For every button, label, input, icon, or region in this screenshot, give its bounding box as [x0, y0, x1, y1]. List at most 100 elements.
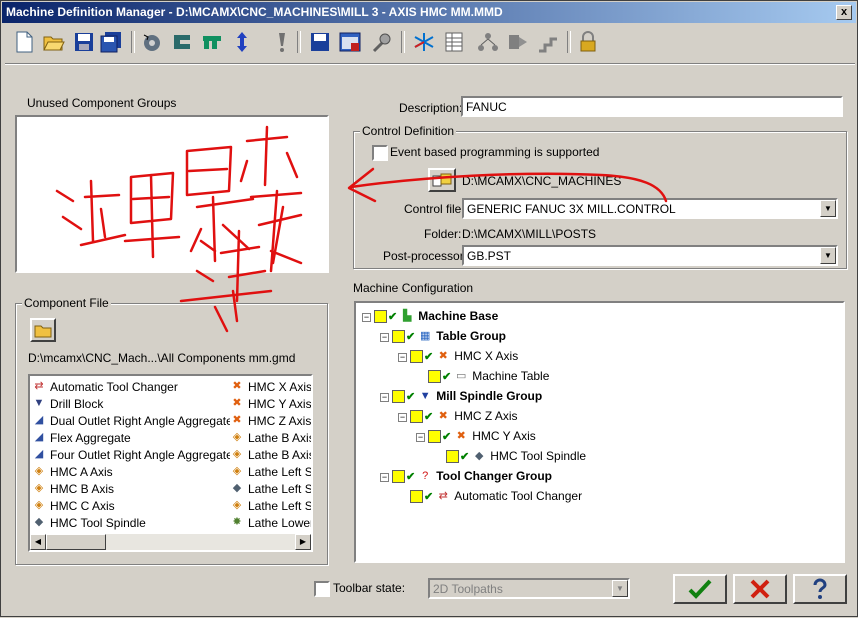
save-blue-icon[interactable]	[307, 27, 333, 57]
save-as-icon[interactable]	[99, 27, 125, 57]
tree-expander[interactable]: −	[380, 393, 389, 402]
tree-expander[interactable]: −	[416, 433, 425, 442]
tree-node[interactable]: ✔ ◆ HMC Tool Spindle	[446, 449, 586, 463]
list-item[interactable]: ◈ Lathe B Axis	[230, 446, 311, 463]
component-list[interactable]: ⇄ Automatic Tool Changer ▼ Drill Block ◢ Dual…	[28, 374, 313, 552]
component-file-label: Component File	[22, 296, 111, 310]
new-file-icon[interactable]	[11, 27, 37, 57]
spindle-icon: ◆	[232, 482, 242, 494]
chevron-down-icon[interactable]: ▼	[820, 247, 836, 264]
lock-icon[interactable]	[575, 27, 601, 57]
tree-node-box	[410, 349, 423, 363]
tree-node-box	[428, 429, 441, 443]
control-select-icon	[432, 173, 452, 187]
tree-node[interactable]: ✔ ⇄ Automatic Tool Changer	[410, 489, 582, 503]
linear-axis-icon: ✖	[232, 414, 242, 426]
tree-node-label: HMC Y Axis	[472, 429, 536, 443]
control-file-label: Control file:	[404, 202, 465, 216]
component-u-icon[interactable]	[199, 27, 225, 57]
tree-expander[interactable]: −	[398, 413, 407, 422]
axes-icon[interactable]	[411, 27, 437, 57]
scroll-right-button[interactable]: ▶	[295, 534, 311, 550]
tree-expander[interactable]: −	[362, 313, 371, 322]
tree-node[interactable]: ✔ ✖ HMC Y Axis	[428, 429, 536, 443]
component-c-icon[interactable]	[169, 27, 195, 57]
list-item[interactable]: ✖ HMC X Axis	[230, 378, 311, 395]
toolbar-state-checkbox[interactable]	[314, 581, 330, 597]
enabled-check-icon: ✔	[424, 410, 434, 423]
tree-icon[interactable]	[475, 27, 501, 57]
wrench-icon[interactable]	[369, 27, 395, 57]
open-folder-icon[interactable]	[41, 27, 67, 57]
cancel-button[interactable]	[733, 574, 787, 604]
tree-expander[interactable]: −	[380, 333, 389, 342]
arrow-right-icon[interactable]	[505, 27, 531, 57]
tree-node[interactable]: ✔ ✖ HMC X Axis	[410, 349, 518, 363]
help-question-icon	[813, 578, 827, 599]
enabled-check-icon: ✔	[424, 490, 434, 503]
tree-node[interactable]: ✔ ▙ Machine Base	[374, 309, 498, 323]
scroll-left-button[interactable]: ◀	[30, 534, 46, 550]
component-file-path: D:\mcamx\CNC_Mach...\All Components mm.g…	[28, 351, 296, 365]
enabled-check-icon: ✔	[406, 330, 416, 343]
properties-icon[interactable]	[337, 27, 363, 57]
help-button[interactable]	[793, 574, 847, 604]
unused-groups-list[interactable]	[15, 115, 329, 273]
machine-config-tree[interactable]: − ✔ ▙ Machine Base − ✔ ▦ Table Group − ✔ ✖ HMC X Ax…	[354, 301, 845, 563]
toolbar-state-select[interactable]: 2D Toolpaths ▼	[428, 578, 630, 599]
folder-label: Folder:	[424, 227, 462, 241]
tree-node[interactable]: ✔ ✖ HMC Z Axis	[410, 409, 518, 423]
tree-node[interactable]: ✔? Tool Changer Group	[392, 469, 552, 483]
machine-config-label: Machine Configuration	[353, 281, 474, 295]
toolbar-divider	[5, 63, 855, 65]
ok-button[interactable]	[673, 574, 727, 604]
tree-node-box	[410, 409, 423, 423]
title-bar[interactable]: Machine Definition Manager - D:\MCAMX\CN…	[2, 2, 856, 23]
list-item[interactable]: ✖ HMC Z Axis	[230, 412, 311, 429]
tree-node-label: HMC Z Axis	[454, 409, 518, 423]
turret-icon: ✸	[232, 516, 242, 528]
save-icon[interactable]	[71, 27, 97, 57]
red-x-icon	[750, 579, 770, 599]
description-label: Description:	[399, 101, 463, 115]
linear-axis-icon: ✖	[438, 349, 448, 362]
tree-node-box	[392, 469, 405, 483]
chevron-down-icon[interactable]: ▼	[612, 580, 628, 597]
linear-axis-icon: ✖	[438, 409, 448, 422]
machine-rotate-icon[interactable]	[139, 27, 165, 57]
checkmark-icon	[688, 579, 712, 599]
list-item[interactable]: ✖ HMC Y Axis	[230, 395, 311, 412]
toolbar-separator	[401, 31, 405, 53]
list-item[interactable]: ◈ Lathe Left Sp	[230, 463, 311, 480]
tool-changer-icon: ⇄	[438, 489, 448, 502]
table-icon[interactable]	[441, 27, 467, 57]
tree-expander[interactable]: −	[398, 353, 407, 362]
select-control-button[interactable]	[428, 168, 456, 192]
component-list-scrollbar[interactable]: ◀ ▶	[30, 534, 311, 550]
steps-icon[interactable]	[535, 27, 561, 57]
post-processor-select[interactable]: GB.PST ▼	[462, 245, 838, 266]
list-item-label: Lathe Left Sp	[248, 481, 311, 496]
close-button[interactable]: x	[836, 5, 852, 20]
rotary-axis-icon: ◈	[232, 499, 242, 511]
component-file-open-button[interactable]	[30, 318, 56, 342]
list-item[interactable]: ◈ Lathe B Axis /	[230, 429, 311, 446]
list-item[interactable]: ◆ Lathe Left Sp	[230, 480, 311, 497]
warning-exclamation-icon[interactable]	[269, 27, 295, 57]
machine-base-icon: ▙	[402, 309, 412, 322]
toolbar-state-label: Toolbar state:	[333, 581, 406, 595]
axis-component-icon[interactable]	[229, 27, 255, 57]
control-path: D:\MCAMX\CNC_MACHINES	[462, 174, 622, 188]
enabled-check-icon: ✔	[388, 310, 398, 323]
control-file-select[interactable]: GENERIC FANUC 3X MILL.CONTROL ▼	[462, 198, 838, 219]
tree-node[interactable]: ✔ ▦ Table Group	[392, 329, 506, 343]
tree-node[interactable]: ✔ ▼ Mill Spindle Group	[392, 389, 542, 403]
event-based-checkbox[interactable]	[372, 145, 388, 161]
list-item[interactable]: ✸ Lathe Lower T	[230, 514, 311, 531]
list-item[interactable]: ◈ Lathe Left Sp	[230, 497, 311, 514]
description-input[interactable]: FANUC	[461, 96, 843, 117]
tree-expander[interactable]: −	[380, 473, 389, 482]
tree-node[interactable]: ✔ ▭ Machine Table	[428, 369, 549, 383]
chevron-down-icon[interactable]: ▼	[820, 200, 836, 217]
scroll-thumb[interactable]	[46, 534, 106, 550]
